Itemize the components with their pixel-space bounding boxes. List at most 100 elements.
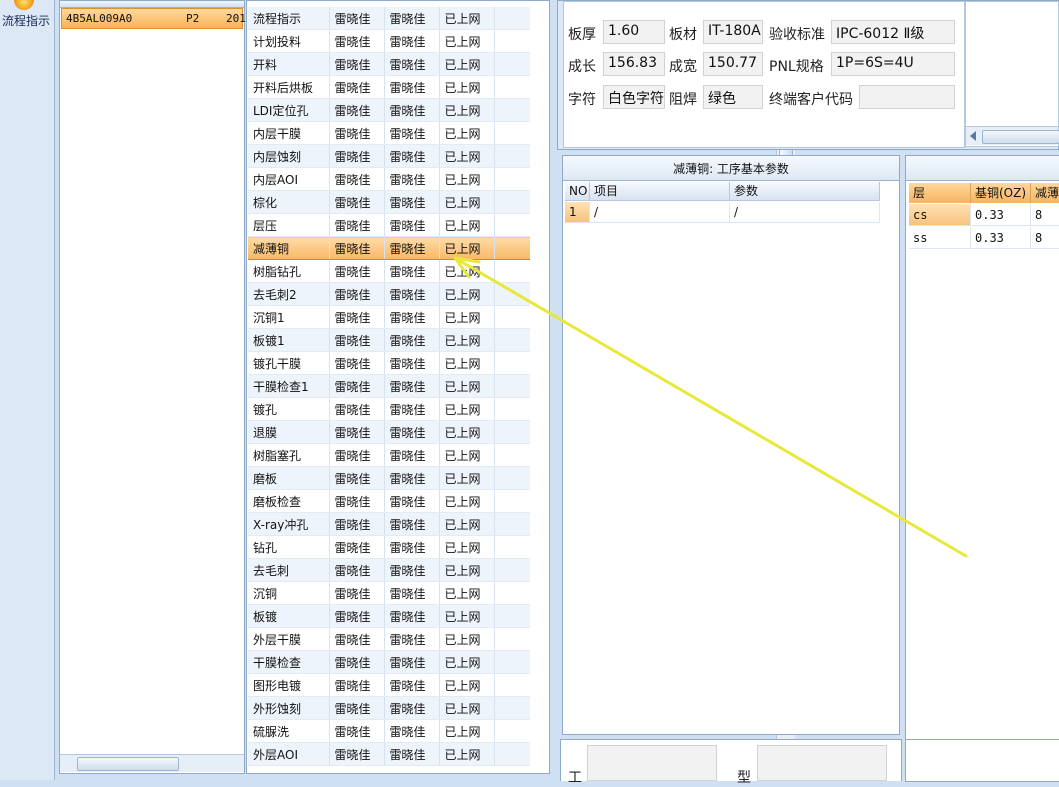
job-info-panel: 板厚 1.60 板材 IT-180A 验收标准 IPC-6012 Ⅱ级 成长 1… [557, 0, 1059, 150]
process-row[interactable]: 沉铜 雷晓佳 雷晓佳 已上网 [248, 581, 530, 605]
process-row[interactable]: 内层蚀刻 雷晓佳 雷晓佳 已上网 [248, 144, 530, 168]
process-step-cell: 退膜 [248, 420, 330, 444]
process-row[interactable]: 减薄铜 雷晓佳 雷晓佳 已上网 [248, 236, 530, 260]
length-field[interactable]: 156.83 [603, 52, 665, 76]
process-row[interactable]: X-ray冲孔 雷晓佳 雷晓佳 已上网 [248, 512, 530, 536]
status-cell: 已上网 [439, 144, 495, 168]
acceptance-field[interactable]: IPC-6012 Ⅱ级 [831, 20, 955, 44]
process-row[interactable]: 开料后烘板 雷晓佳 雷晓佳 已上网 [248, 75, 530, 99]
empty-cell [494, 328, 530, 352]
params-no-cell[interactable]: 1 [565, 202, 590, 223]
left-toolbar: 流程指示 [0, 0, 55, 780]
operator-cell: 雷晓佳 [329, 420, 385, 444]
status-cell: 已上网 [439, 420, 495, 444]
reviewer-cell: 雷晓佳 [384, 328, 440, 352]
params-item-cell[interactable]: / [590, 202, 730, 223]
process-row[interactable]: 内层干膜 雷晓佳 雷晓佳 已上网 [248, 121, 530, 145]
reviewer-cell: 雷晓佳 [384, 397, 440, 421]
process-row[interactable]: 钻孔 雷晓佳 雷晓佳 已上网 [248, 535, 530, 559]
process-row[interactable]: 流程指示 雷晓佳 雷晓佳 已上网 [248, 7, 530, 30]
info-side-hscroll-thumb[interactable] [982, 130, 1059, 144]
process-row[interactable]: 镀孔 雷晓佳 雷晓佳 已上网 [248, 397, 530, 421]
status-cell: 已上网 [439, 535, 495, 559]
process-row[interactable]: LDI定位孔 雷晓佳 雷晓佳 已上网 [248, 98, 530, 122]
flow-indicator-button[interactable]: 流程指示 [0, 0, 52, 30]
board-thickness-field[interactable]: 1.60 [603, 20, 665, 44]
order-list-row-selected[interactable]: 4B5AL009A0 P2 201 [61, 8, 246, 29]
customer-code-field[interactable] [859, 85, 955, 109]
layer-base-copper-cell[interactable]: 0.33 [971, 227, 1031, 249]
reviewer-cell: 雷晓佳 [384, 742, 440, 766]
process-row[interactable]: 硫脲洗 雷晓佳 雷晓佳 已上网 [248, 719, 530, 743]
layer-name-cell[interactable]: cs [909, 204, 971, 226]
process-row[interactable]: 开料 雷晓佳 雷晓佳 已上网 [248, 52, 530, 76]
scroll-left-arrow-icon[interactable] [970, 131, 976, 141]
process-row[interactable]: 板镀1 雷晓佳 雷晓佳 已上网 [248, 328, 530, 352]
reviewer-cell: 雷晓佳 [384, 443, 440, 467]
reviewer-cell: 雷晓佳 [384, 466, 440, 490]
layer-name-cell[interactable]: ss [909, 227, 971, 249]
bottom-left-field-1[interactable] [587, 745, 717, 781]
process-row[interactable]: 镀孔干膜 雷晓佳 雷晓佳 已上网 [248, 351, 530, 375]
process-row[interactable]: 去毛刺2 雷晓佳 雷晓佳 已上网 [248, 282, 530, 306]
reviewer-cell: 雷晓佳 [384, 121, 440, 145]
layer-thin-cell[interactable]: 8 [1031, 204, 1059, 226]
layer-base-copper-cell[interactable]: 0.33 [971, 204, 1031, 226]
empty-cell [494, 121, 530, 145]
empty-cell [494, 144, 530, 168]
status-cell: 已上网 [439, 673, 495, 697]
status-cell: 已上网 [439, 167, 495, 191]
operator-cell: 雷晓佳 [329, 75, 385, 99]
order-list-hscrollbar[interactable] [60, 754, 244, 772]
operator-cell: 雷晓佳 [329, 7, 385, 30]
process-row[interactable]: 干膜检查1 雷晓佳 雷晓佳 已上网 [248, 374, 530, 398]
order-list-hscroll-thumb[interactable] [77, 757, 179, 771]
process-row[interactable]: 外形蚀刻 雷晓佳 雷晓佳 已上网 [248, 696, 530, 720]
operator-cell: 雷晓佳 [329, 282, 385, 306]
operator-cell: 雷晓佳 [329, 305, 385, 329]
process-row[interactable]: 树脂钻孔 雷晓佳 雷晓佳 已上网 [248, 259, 530, 283]
empty-cell [494, 443, 530, 467]
operator-cell: 雷晓佳 [329, 673, 385, 697]
process-step-cell: 板镀 [248, 604, 330, 628]
process-step-cell: 计划投料 [248, 29, 330, 53]
process-row[interactable]: 干膜检查 雷晓佳 雷晓佳 已上网 [248, 650, 530, 674]
process-row[interactable]: 退膜 雷晓佳 雷晓佳 已上网 [248, 420, 530, 444]
status-cell: 已上网 [439, 282, 495, 306]
status-cell: 已上网 [439, 581, 495, 605]
layer-header-base-copper: 基铜(OZ) [971, 183, 1031, 203]
layer-thin-cell[interactable]: 8 [1031, 227, 1059, 249]
info-side-hscrollbar[interactable] [966, 126, 1059, 145]
status-cell: 已上网 [439, 29, 495, 53]
status-cell: 已上网 [439, 719, 495, 743]
process-row[interactable]: 棕化 雷晓佳 雷晓佳 已上网 [248, 190, 530, 214]
empty-cell [494, 673, 530, 697]
process-row[interactable]: 内层AOI 雷晓佳 雷晓佳 已上网 [248, 167, 530, 191]
process-row[interactable]: 树脂塞孔 雷晓佳 雷晓佳 已上网 [248, 443, 530, 467]
legend-field[interactable]: 白色字符 [603, 85, 665, 109]
empty-cell [494, 190, 530, 214]
solder-mask-field[interactable]: 绿色 [703, 85, 763, 109]
pnl-label: PNL规格 [769, 59, 824, 75]
operator-cell: 雷晓佳 [329, 489, 385, 513]
width-field[interactable]: 150.77 [703, 52, 763, 76]
process-row[interactable]: 图形电镀 雷晓佳 雷晓佳 已上网 [248, 673, 530, 697]
bottom-right-label: 型 [737, 770, 751, 786]
process-row[interactable]: 磨板 雷晓佳 雷晓佳 已上网 [248, 466, 530, 490]
bottom-left-label: 工 [568, 770, 582, 786]
pnl-field[interactable]: 1P=6S=4U [831, 52, 955, 76]
process-row[interactable]: 板镀 雷晓佳 雷晓佳 已上网 [248, 604, 530, 628]
process-row[interactable]: 去毛刺 雷晓佳 雷晓佳 已上网 [248, 558, 530, 582]
process-row[interactable]: 沉铜1 雷晓佳 雷晓佳 已上网 [248, 305, 530, 329]
operator-cell: 雷晓佳 [329, 144, 385, 168]
reviewer-cell: 雷晓佳 [384, 604, 440, 628]
process-row[interactable]: 磨板检查 雷晓佳 雷晓佳 已上网 [248, 489, 530, 513]
process-row[interactable]: 外层干膜 雷晓佳 雷晓佳 已上网 [248, 627, 530, 651]
process-row[interactable]: 层压 雷晓佳 雷晓佳 已上网 [248, 213, 530, 237]
process-row[interactable]: 外层AOI 雷晓佳 雷晓佳 已上网 [248, 742, 530, 766]
process-row[interactable]: 计划投料 雷晓佳 雷晓佳 已上网 [248, 29, 530, 53]
params-param-cell[interactable]: / [730, 202, 880, 223]
empty-cell [494, 351, 530, 375]
material-field[interactable]: IT-180A [703, 20, 763, 44]
bottom-left-field-2[interactable] [757, 745, 887, 781]
